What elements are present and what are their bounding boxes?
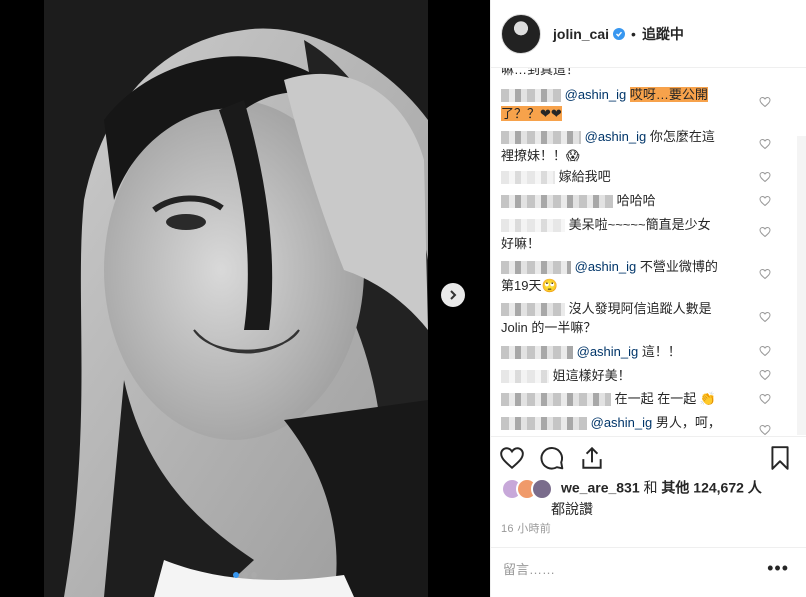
action-bar xyxy=(491,436,806,476)
comment-username[interactable] xyxy=(501,131,581,145)
comment-text-cont: 裡撩妹！！😱 xyxy=(501,148,580,163)
comment-username[interactable] xyxy=(501,346,573,360)
post-sidebar: jolin_cai • 追蹤中 嘛…到真這！ @ashin_ig 哎呀…要公開 … xyxy=(490,0,806,597)
comment-text: 在一起 在一起 👏 xyxy=(614,391,717,406)
liker-username-link[interactable]: we_are_831 xyxy=(561,480,640,496)
comment-text: 男人，呵， xyxy=(655,415,721,430)
comment-username[interactable] xyxy=(501,89,561,103)
comment-item: @ashin_ig 男人，呵， xyxy=(501,413,771,432)
comment-text-cont: Jolin 的一半嘛？ xyxy=(501,320,597,335)
mention-link[interactable]: @ashin_ig xyxy=(565,87,627,102)
post-timestamp[interactable]: 16 小時前 xyxy=(501,520,551,536)
comment-item: 哈哈哈 xyxy=(501,191,771,210)
heart-icon[interactable] xyxy=(759,311,771,323)
heart-icon[interactable] xyxy=(759,424,771,435)
mention-link[interactable]: @ashin_ig xyxy=(575,259,637,274)
comment-item: @ashin_ig 這！！ xyxy=(501,342,771,361)
carousel-dot-3 xyxy=(251,572,257,578)
mention-link[interactable]: @ashin_ig xyxy=(591,415,653,430)
comment-bubble-icon[interactable] xyxy=(539,445,565,471)
comment-text: 嘛…到真這！ xyxy=(501,68,580,77)
more-options-icon[interactable]: ••• xyxy=(767,558,789,579)
likes-summary: we_are_831 和 其他 124,672 人 都說讚 xyxy=(501,478,801,518)
likes-conjunction: 和 xyxy=(643,479,658,496)
heart-icon[interactable] xyxy=(759,369,771,381)
like-heart-icon[interactable] xyxy=(499,445,525,471)
comment-text: 你怎麼在這 xyxy=(649,129,715,144)
comment-text-cont: 好嘛！ xyxy=(501,236,541,251)
comment-text: 美呆啦~~~~~簡直是少女 xyxy=(568,217,711,232)
comment-text: 哈哈哈 xyxy=(616,193,656,208)
comment-username[interactable] xyxy=(501,417,587,431)
post-photo xyxy=(44,0,428,597)
comment-list: 嘛…到真這！ @ashin_ig 哎呀…要公開 了？？❤❤ @ashin_ig … xyxy=(491,68,806,435)
comment-text-cont: 第19天🙄 xyxy=(501,278,558,293)
mention-link[interactable]: @ashin_ig xyxy=(577,344,639,359)
comment-username[interactable] xyxy=(501,219,565,233)
comment-item: @ashin_ig 不營业微博的 第19天🙄 xyxy=(501,257,771,295)
comment-item: 嘛…到真這！ xyxy=(501,68,771,79)
comment-username[interactable] xyxy=(501,261,571,275)
heart-icon[interactable] xyxy=(759,393,771,405)
heart-icon[interactable] xyxy=(759,226,771,238)
comment-item: 在一起 在一起 👏 xyxy=(501,389,771,408)
chevron-right-icon xyxy=(450,290,457,300)
carousel-dot-1 xyxy=(233,572,239,578)
post-media xyxy=(0,0,490,597)
heart-icon[interactable] xyxy=(759,345,771,357)
comment-text: 不營业微博的 xyxy=(639,259,718,274)
heart-icon[interactable] xyxy=(759,195,771,207)
comment-username[interactable] xyxy=(501,195,613,209)
others-likes-link[interactable]: 其他 124,672 人 xyxy=(661,480,761,496)
comment-input[interactable] xyxy=(501,556,755,582)
comment-text: 嫁給我吧 xyxy=(558,169,611,184)
carousel-indicator xyxy=(0,572,490,578)
comment-username[interactable] xyxy=(501,370,549,384)
heart-icon[interactable] xyxy=(759,268,771,280)
comment-username[interactable] xyxy=(501,171,555,185)
comment-item: @ashin_ig 哎呀…要公開 了？？❤❤ xyxy=(501,85,771,123)
add-comment-bar: ••• xyxy=(491,547,806,597)
bookmark-icon[interactable] xyxy=(767,445,793,471)
comment-item: 姐這樣好美！ xyxy=(501,366,771,385)
comment-text: 沒人發現阿信追蹤人數是 xyxy=(568,301,712,316)
liker-avatar[interactable] xyxy=(531,478,553,500)
heart-icon[interactable] xyxy=(759,138,771,150)
comment-item: 沒人發現阿信追蹤人數是 Jolin 的一半嘛？ xyxy=(501,299,771,337)
comment-item: 嫁給我吧 xyxy=(501,167,771,186)
comment-text: 姐這樣好美！ xyxy=(552,368,631,383)
comment-text-cont: 了？？❤❤ xyxy=(501,106,562,121)
likes-suffix: 都說讚 xyxy=(551,501,593,517)
username-link[interactable]: jolin_cai xyxy=(553,26,609,42)
post-header: jolin_cai • 追蹤中 xyxy=(491,0,806,68)
comments-scrollbar[interactable] xyxy=(797,136,806,435)
heart-icon[interactable] xyxy=(759,96,771,108)
carousel-dot-2 xyxy=(242,572,248,578)
comment-item: 美呆啦~~~~~簡直是少女 好嘛！ xyxy=(501,215,771,253)
mention-link[interactable]: @ashin_ig xyxy=(585,129,647,144)
next-photo-button[interactable] xyxy=(441,283,465,307)
comment-username[interactable] xyxy=(501,393,611,407)
comment-text: 哎呀…要公開 xyxy=(629,87,708,102)
following-button[interactable]: 追蹤中 xyxy=(642,24,684,44)
comment-item: @ashin_ig 你怎麼在這 裡撩妹！！😱 xyxy=(501,127,771,165)
comment-username[interactable] xyxy=(501,303,565,317)
avatar[interactable] xyxy=(501,13,541,54)
heart-icon[interactable] xyxy=(759,171,771,183)
comment-text: 這！！ xyxy=(641,344,681,359)
portrait-image xyxy=(44,0,428,597)
share-icon[interactable] xyxy=(579,445,605,471)
header-separator: • xyxy=(631,25,636,42)
verified-badge-icon xyxy=(613,27,626,40)
